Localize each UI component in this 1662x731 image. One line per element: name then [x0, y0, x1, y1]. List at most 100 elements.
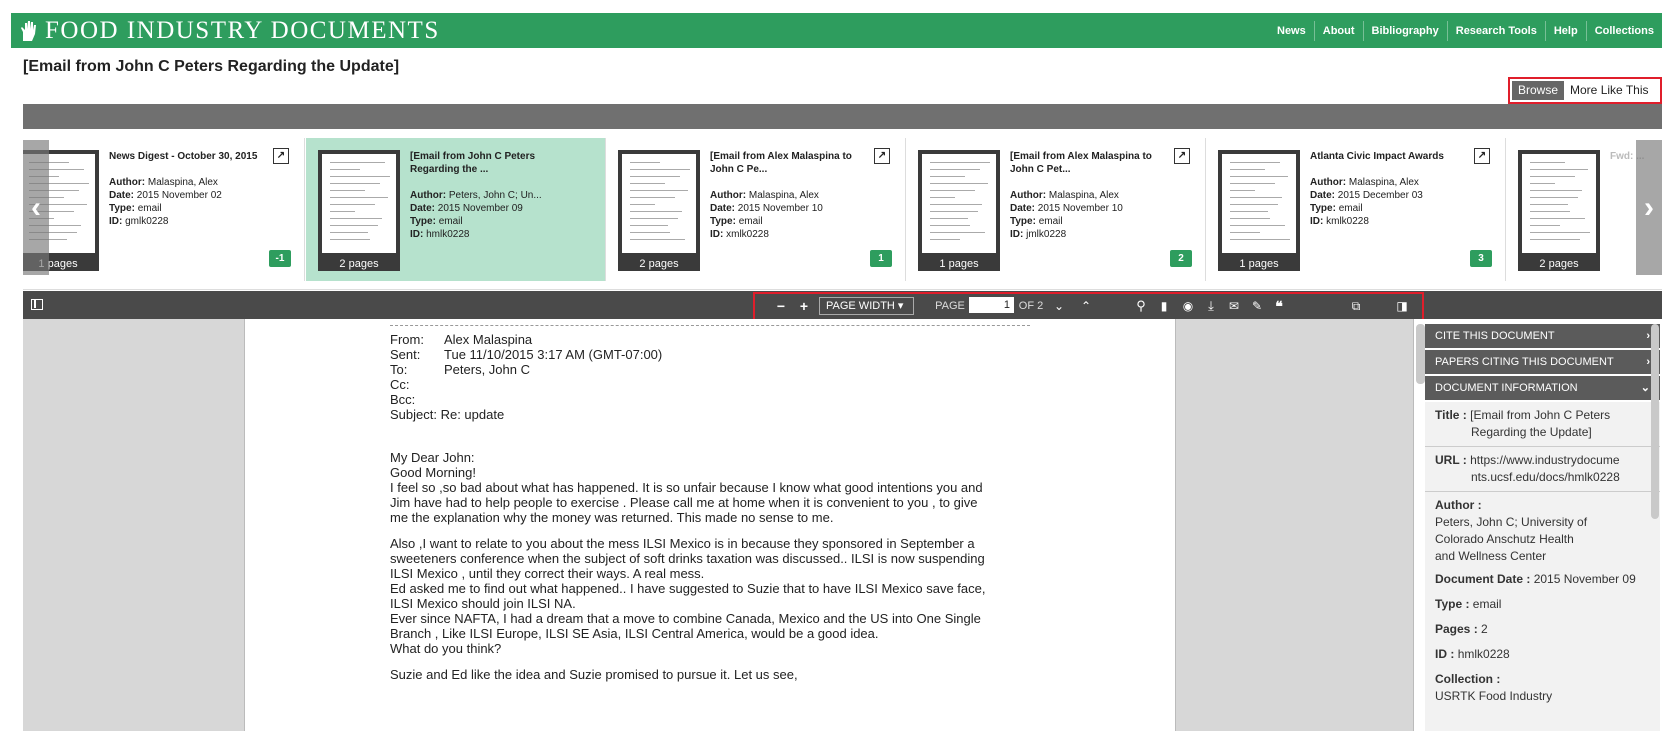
card-title[interactable]: [Email from John C Peters Regarding the …	[410, 150, 578, 176]
email-body: My Dear John: Good Morning! I feel so ,s…	[390, 450, 986, 682]
thumbnail-line	[630, 204, 655, 205]
card-type: email	[1338, 203, 1363, 214]
document-thumbnail[interactable]	[318, 150, 400, 271]
open-external-icon[interactable]: ↗	[1174, 148, 1190, 164]
thumbnail-line	[1530, 239, 1580, 240]
card-title[interactable]: [Email from Alex Malaspina to John C Pe.…	[710, 150, 878, 176]
header-value: Peters, John C	[444, 362, 530, 377]
search-icon[interactable]: ⚲	[1133, 296, 1149, 316]
thumbnail-line	[1530, 211, 1570, 212]
next-page-icon[interactable]: ⌄	[1051, 296, 1067, 316]
panel-scrollbar[interactable]	[1651, 324, 1659, 519]
zoom-in-button[interactable]: +	[797, 296, 811, 316]
open-external-icon[interactable]: ⧉	[1347, 296, 1365, 316]
document-thumbnail[interactable]	[1218, 150, 1300, 271]
carousel-card[interactable]: 1 pages News Digest - October 30, 2015 A…	[23, 138, 305, 281]
main-nav: News About Bibliography Research Tools H…	[1269, 13, 1662, 48]
info-type: Type : email	[1425, 591, 1660, 619]
type-label: Type:	[109, 203, 135, 214]
thumbnail-line	[930, 239, 960, 240]
thumbnail-line	[1230, 162, 1280, 163]
author-value: Peters, John C; University of	[1435, 515, 1588, 529]
nav-news[interactable]: News	[1269, 21, 1314, 41]
bookmark-icon[interactable]: ▮	[1157, 296, 1171, 316]
card-info: [Email from Alex Malaspina to John C Pet…	[1010, 150, 1178, 241]
site-logo[interactable]: FOOD INDUSTRY DOCUMENTS	[19, 17, 440, 45]
nav-collections[interactable]: Collections	[1585, 20, 1662, 41]
quote-icon[interactable]: ❝	[1271, 296, 1287, 316]
document-thumbnail[interactable]	[618, 150, 700, 271]
thumbnail-line	[930, 183, 988, 184]
thumbnail-line	[1230, 197, 1282, 198]
open-external-icon[interactable]: ↗	[273, 148, 289, 164]
url-value[interactable]: https://www.industrydocume	[1470, 453, 1619, 467]
thumbnail-line	[1230, 169, 1265, 170]
side-panel-toggle-icon[interactable]: ◨	[1394, 296, 1410, 316]
card-title[interactable]: News Digest - October 30, 2015	[109, 150, 277, 163]
carousel-card[interactable]: 1 pages Atlanta Civic Impact Awards Auth…	[1206, 138, 1506, 281]
email-subject: Subject: Re: update	[390, 407, 505, 422]
carousel-next-arrow[interactable]: ›	[1636, 140, 1662, 275]
thumbnail-line	[330, 162, 385, 163]
left-scrollbar[interactable]	[1416, 324, 1425, 384]
document-thumbnail[interactable]	[1518, 150, 1600, 271]
document-side-panel: CITE THIS DOCUMENT › PAPERS CITING THIS D…	[1413, 319, 1662, 731]
card-date: 2015 November 09	[437, 203, 523, 214]
hand-logo-icon	[21, 21, 36, 41]
thumbnail-line	[1530, 190, 1582, 191]
page-number-input[interactable]: 1	[969, 297, 1014, 313]
pen-icon[interactable]: ✎	[1249, 296, 1265, 316]
nav-bibliography[interactable]: Bibliography	[1362, 20, 1447, 41]
url-value-cont[interactable]: nts.ucsf.edu/docs/hmlk0228	[1435, 469, 1650, 486]
author-label: Author:	[1310, 177, 1347, 188]
nav-about[interactable]: About	[1313, 20, 1363, 41]
nav-help[interactable]: Help	[1544, 20, 1586, 41]
thumbnail-line	[1530, 197, 1578, 198]
card-date: 2015 December 03	[1337, 190, 1423, 201]
card-type: email	[137, 203, 162, 214]
view-icon[interactable]: ◉	[1180, 296, 1196, 316]
card-title[interactable]: Atlanta Civic Impact Awards	[1310, 150, 1478, 163]
id-label: ID:	[1010, 229, 1024, 240]
id-label: ID:	[710, 229, 724, 240]
email-headers: From: Alex Malaspina Sent: Tue 11/10/2015 …	[390, 332, 662, 422]
cite-document-header[interactable]: CITE THIS DOCUMENT ›	[1425, 324, 1660, 349]
card-info: [Email from John C Peters Regarding the …	[410, 150, 578, 241]
type-label: Type:	[1010, 216, 1036, 227]
thumbnail-line	[930, 197, 955, 198]
header-key: From:	[390, 332, 424, 347]
zoom-out-button[interactable]: −	[774, 296, 788, 316]
thumbnail-line	[1530, 204, 1568, 205]
card-date: 2015 November 10	[1037, 203, 1123, 214]
carousel-prev-arrow[interactable]: ‹	[23, 140, 49, 275]
card-info: News Digest - October 30, 2015 Author: M…	[109, 150, 277, 228]
collection-value[interactable]: USRTK Food Industry	[1435, 688, 1650, 705]
carousel-card[interactable]: 1 pages [Email from Alex Malaspina to Jo…	[906, 138, 1206, 281]
date-label: Date:	[1310, 190, 1336, 201]
open-external-icon[interactable]: ↗	[1474, 148, 1490, 164]
email-icon[interactable]: ✉	[1226, 296, 1242, 316]
thumbnail-line	[1230, 183, 1275, 184]
info-title: Title : [Email from John C Peters Regard…	[1425, 402, 1660, 447]
thumbnail-line	[1230, 218, 1270, 219]
site-title: FOOD INDUSTRY DOCUMENTS	[45, 17, 440, 44]
body-line: me the explanation why the money was ret…	[390, 510, 834, 525]
tab-more-like-this[interactable]: More Like This	[1564, 81, 1655, 100]
carousel-card[interactable]: 2 pages [Email from Alex Malaspina to Jo…	[606, 138, 906, 281]
document-info-header[interactable]: DOCUMENT INFORMATION ⌄	[1425, 376, 1660, 401]
prev-page-icon[interactable]: ⌃	[1078, 296, 1094, 316]
carousel-card-active[interactable]: 2 pages [Email from John C Peters Regard…	[306, 138, 606, 281]
thumbnail-line	[630, 176, 680, 177]
card-author: Malaspina, Alex	[147, 177, 218, 188]
tab-browse[interactable]: Browse	[1512, 81, 1565, 100]
zoom-mode-select[interactable]: PAGE WIDTH ▾	[819, 297, 914, 315]
card-title[interactable]: [Email from Alex Malaspina to John C Pet…	[1010, 150, 1178, 176]
open-external-icon[interactable]: ↗	[874, 148, 890, 164]
nav-research-tools[interactable]: Research Tools	[1446, 20, 1545, 41]
sidebar-toggle-icon[interactable]	[31, 299, 43, 310]
document-thumbnail[interactable]	[918, 150, 1000, 271]
thumbnail-line	[630, 169, 690, 170]
thumbnail-line	[1230, 211, 1268, 212]
download-icon[interactable]: ⤓	[1203, 296, 1219, 316]
papers-citing-header[interactable]: PAPERS CITING THIS DOCUMENT ›	[1425, 350, 1660, 375]
